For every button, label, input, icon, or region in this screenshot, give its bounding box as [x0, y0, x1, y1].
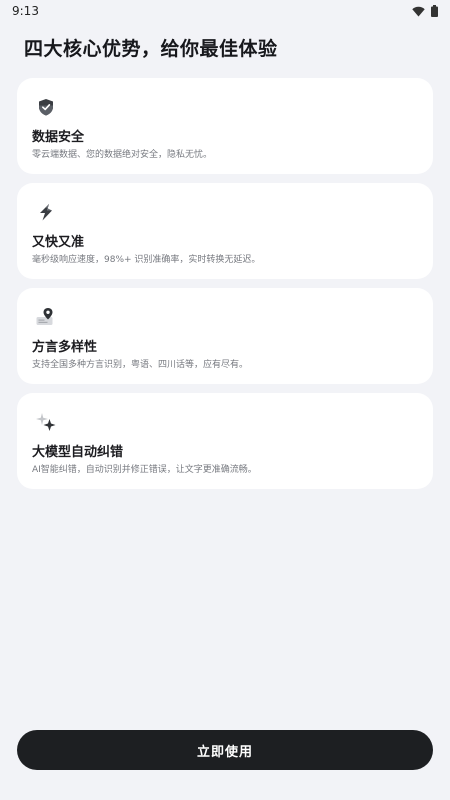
status-bar: 9:13 [0, 0, 450, 22]
battery-icon [431, 5, 438, 17]
status-icons [412, 5, 438, 17]
feature-card-ai-correction: 大模型自动纠错 AI智能纠错，自动识别并修正错误，让文字更准确流畅。 [17, 393, 433, 489]
feature-description: AI智能纠错，自动识别并修正错误，让文字更准确流畅。 [32, 465, 257, 475]
shield-check-icon [35, 96, 57, 118]
status-time: 9:13 [12, 4, 39, 18]
wifi-icon [412, 6, 425, 17]
feature-title: 又快又准 [32, 235, 85, 250]
feature-card-data-security: 数据安全 零云端数据、您的数据绝对安全，隐私无忧。 [17, 78, 433, 174]
start-button[interactable]: 立即使用 [17, 730, 433, 770]
map-pin-icon [35, 306, 57, 328]
sparkle-icon [35, 411, 57, 433]
onboarding-screen: 9:13 四大核心优势，给你最佳体验 数据安全 零云端数据、您的数据绝对安全，隐… [0, 0, 450, 800]
feature-card-dialects: 方言多样性 支持全国多种方言识别，粤语、四川话等，应有尽有。 [17, 288, 433, 384]
feature-description: 毫秒级响应速度，98%+ 识别准确率，实时转换无延迟。 [32, 255, 261, 265]
feature-title: 大模型自动纠错 [32, 445, 124, 460]
page-title: 四大核心优势，给你最佳体验 [24, 38, 278, 60]
feature-card-fast-accurate: 又快又准 毫秒级响应速度，98%+ 识别准确率，实时转换无延迟。 [17, 183, 433, 279]
feature-description: 零云端数据、您的数据绝对安全，隐私无忧。 [32, 150, 213, 160]
lightning-icon [35, 201, 57, 223]
feature-title: 数据安全 [32, 130, 85, 145]
feature-description: 支持全国多种方言识别，粤语、四川话等，应有尽有。 [32, 360, 249, 370]
feature-title: 方言多样性 [32, 340, 98, 355]
feature-list: 数据安全 零云端数据、您的数据绝对安全，隐私无忧。 又快又准 毫秒级响应速度，9… [17, 78, 433, 498]
